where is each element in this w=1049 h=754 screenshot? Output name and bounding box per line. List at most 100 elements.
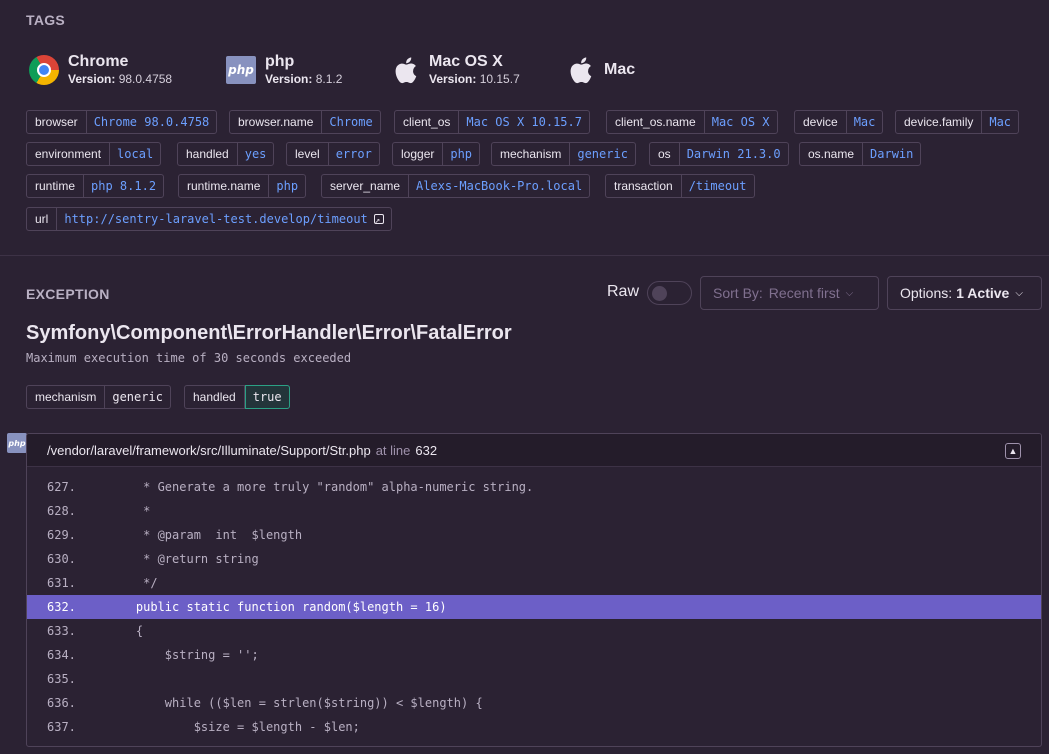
chevron-up-icon[interactable]: ▲ — [1005, 443, 1021, 459]
context-browser-name: Chrome — [68, 53, 129, 70]
context-device-name: Mac — [604, 61, 636, 78]
tag-key: environment — [27, 143, 111, 165]
tag-client-os-name[interactable]: client_os.name Mac OS X — [606, 110, 778, 134]
mechanism-tag[interactable]: mechanism generic — [26, 385, 171, 409]
tag-value[interactable]: Mac OS X 10.15.7 — [459, 111, 589, 133]
tag-value[interactable]: php 8.1.2 — [84, 175, 163, 197]
external-link-icon[interactable] — [373, 210, 384, 232]
tag-value[interactable]: yes — [238, 143, 274, 165]
tag-device-family[interactable]: device.family Mac — [895, 110, 1020, 134]
tag-value[interactable]: Mac OS X — [705, 111, 777, 133]
tag-url-value[interactable]: http://sentry-laravel-test.develop/timeo… — [64, 212, 367, 226]
tags-section-title: TAGS — [26, 12, 66, 28]
sort-by-dropdown[interactable]: Sort By: Recent first ⌵ — [700, 276, 879, 310]
code-line-number: 629. — [47, 528, 76, 542]
exception-message: Maximum execution time of 30 seconds exc… — [26, 351, 352, 365]
options-label: Options: — [900, 285, 953, 301]
tag-value: generic — [112, 390, 163, 404]
code-line: 628. * — [27, 499, 1041, 523]
context-runtime-version: 8.1.2 — [315, 72, 343, 86]
tag-os-name[interactable]: os.name Darwin — [799, 142, 922, 166]
tag-device[interactable]: device Mac — [794, 110, 884, 134]
frame-header[interactable]: /vendor/laravel/framework/src/Illuminate… — [27, 434, 1041, 467]
tag-level[interactable]: level error — [286, 142, 380, 166]
tag-key: browser — [27, 111, 87, 133]
code-line-text: $size = $length - $len; — [107, 720, 360, 734]
tag-value[interactable]: error — [329, 143, 379, 165]
code-line-text: { — [107, 624, 144, 638]
tag-key: level — [287, 143, 329, 165]
section-divider — [0, 255, 1049, 256]
raw-toggle[interactable] — [647, 281, 692, 305]
tag-transaction[interactable]: transaction/timeout — [605, 174, 755, 198]
context-version-label: Version: — [265, 72, 313, 86]
code-line: 627. * Generate a more truly "random" al… — [27, 475, 1041, 499]
code-line: 629. * @param int $length — [27, 523, 1041, 547]
php-logo-icon: php — [225, 54, 257, 86]
tag-client-os[interactable]: client_os Mac OS X 10.15.7 — [394, 110, 590, 134]
context-version-label: Version: — [68, 72, 116, 86]
options-dropdown[interactable]: Options: 1 Active ⌵ — [887, 276, 1042, 310]
code-line: 631. */ — [27, 571, 1041, 595]
tag-value[interactable]: Alexs-MacBook-Pro.local — [409, 175, 589, 197]
context-runtime: php php Version: 8.1.2 — [225, 52, 342, 88]
tag-handled[interactable]: handled yes — [177, 142, 275, 166]
sort-by-value: Recent first — [768, 285, 840, 301]
sort-by-label: Sort By: — [713, 285, 763, 301]
tag-value[interactable]: generic — [570, 143, 635, 165]
tag-value[interactable]: local — [110, 143, 160, 165]
code-line-text: */ — [107, 576, 158, 590]
code-line-text: * @param int $length — [107, 528, 303, 542]
context-runtime-name: php — [265, 53, 295, 70]
tag-key: client_os — [395, 111, 460, 133]
tag-key: transaction — [606, 175, 682, 197]
tag-runtime[interactable]: runtime php 8.1.2 — [26, 174, 165, 198]
handled-tag[interactable]: handled true — [184, 385, 290, 409]
tag-mechanism[interactable]: mechanism generic — [491, 142, 636, 166]
raw-label: Raw — [607, 283, 640, 300]
tag-key: browser.name — [230, 111, 323, 133]
tag-key: device — [795, 111, 847, 133]
tag-value[interactable]: http://sentry-laravel-test.develop/timeo… — [57, 208, 390, 232]
frame-filename: /vendor/laravel/framework/src/Illuminate… — [47, 442, 371, 458]
code-line-number: 634. — [47, 648, 76, 662]
tag-value[interactable]: php — [443, 143, 479, 165]
code-context: 627. * Generate a more truly "random" al… — [27, 467, 1041, 739]
php-platform-icon: php — [7, 433, 27, 453]
code-line-number: 628. — [47, 504, 76, 518]
tag-browser-name[interactable]: browser.name Chrome — [229, 110, 381, 134]
tag-key: device.family — [896, 111, 983, 133]
tag-value[interactable]: php — [269, 175, 305, 197]
tag-value[interactable]: Mac — [847, 111, 883, 133]
tag-value[interactable]: Mac — [982, 111, 1018, 133]
chrome-logo-icon — [28, 54, 60, 86]
tag-value[interactable]: Darwin 21.3.0 — [680, 143, 788, 165]
code-line-text: public static function random($length = … — [107, 600, 447, 614]
context-version-label: Version: — [429, 72, 477, 86]
tag-runtime-name[interactable]: runtime.name php — [178, 174, 307, 198]
code-line-number: 635. — [47, 672, 76, 686]
tag-value[interactable]: Chrome — [322, 111, 379, 133]
tag-key: server_name — [322, 175, 410, 197]
code-line-number: 637. — [47, 720, 76, 734]
tag-value[interactable]: Darwin — [863, 143, 920, 165]
tag-key: url — [27, 208, 58, 230]
code-line: 636. while (($len = strlen($string)) < $… — [27, 691, 1041, 715]
tag-browser[interactable]: browser Chrome 98.0.4758 — [26, 110, 218, 134]
tag-environment[interactable]: environment local — [26, 142, 162, 166]
tag-key: logger — [393, 143, 444, 165]
tag-value[interactable]: /timeout — [682, 175, 754, 197]
stack-frame: /vendor/laravel/framework/src/Illuminate… — [26, 433, 1042, 747]
tag-logger[interactable]: logger php — [392, 142, 481, 166]
code-line-number: 633. — [47, 624, 76, 638]
code-line: 635. — [27, 667, 1041, 691]
tag-server-name[interactable]: server_name Alexs-MacBook-Pro.local — [321, 174, 591, 198]
exception-section-title: EXCEPTION — [26, 286, 110, 302]
tag-os[interactable]: os Darwin 21.3.0 — [649, 142, 789, 166]
context-os-version: 10.15.7 — [479, 72, 520, 86]
tag-url[interactable]: url http://sentry-laravel-test.develop/ti… — [26, 207, 392, 232]
tag-value[interactable]: Chrome 98.0.4758 — [87, 111, 217, 133]
code-line-text: * Generate a more truly "random" alpha-n… — [107, 480, 534, 494]
tag-key: handled — [185, 386, 245, 408]
code-line: 634. $string = ''; — [27, 643, 1041, 667]
